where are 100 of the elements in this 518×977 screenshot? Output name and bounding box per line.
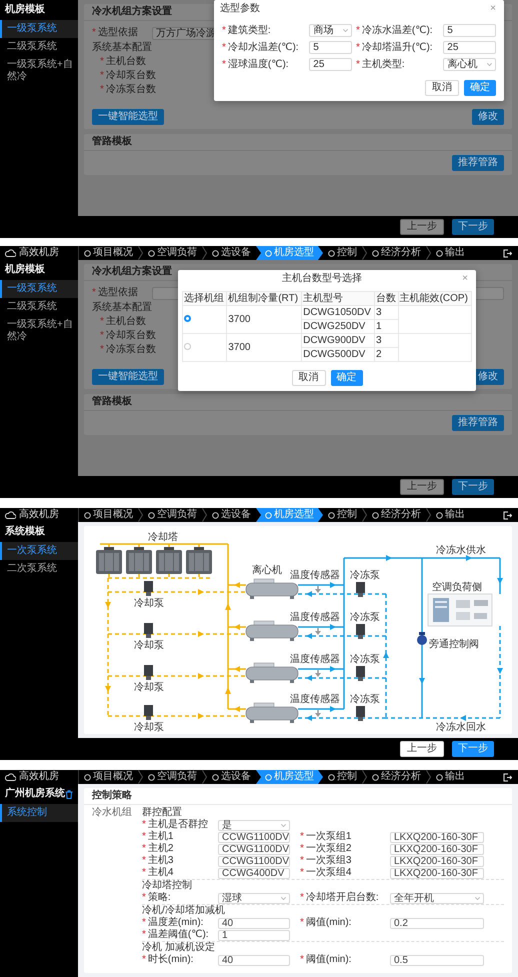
field-label: 冷冻泵台数 [106,84,156,96]
select-field[interactable]: LKXQ200-160-30F [390,868,484,878]
next-button[interactable]: 下一步 [452,479,494,495]
select-field[interactable]: LKXQ200-160-30F [390,844,484,854]
input-field[interactable]: 5 [443,24,496,37]
exit-icon[interactable] [503,248,512,258]
select-field[interactable]: CCWG1100DV [218,832,290,842]
field-label: 主机台数 [106,316,146,328]
input-field[interactable]: 40 [218,918,290,928]
circle-icon [148,512,155,518]
recommend-button[interactable]: 推荐管路 [452,415,504,431]
input-field[interactable]: 0.5 [390,954,484,966]
step-tab[interactable]: 空调负荷 [143,246,202,260]
input-field[interactable]: 25 [443,41,496,54]
step-tab[interactable]: 空调负荷 [143,508,202,522]
required-mark: * [142,831,146,843]
sensor-icon [315,628,321,635]
sidebar-item[interactable]: 一级泵系统+自然冷 [0,56,78,86]
field-label: 湿球温度(℃): [228,58,289,70]
next-button[interactable]: 下一步 [452,219,494,235]
field-label: 温差阈值(℃): [148,929,209,941]
select-field[interactable]: 商场 [309,24,352,37]
select-field[interactable]: CCWG400DV [218,868,290,878]
step-tab[interactable]: 空调负荷 [143,770,202,784]
section-heading: 冷却塔控制 [142,880,192,892]
input-field[interactable]: 25 [309,58,352,71]
step-tab[interactable]: 选设备 [207,770,256,784]
dialog-title: 选型参数 [220,3,260,15]
sidebar-item[interactable]: 系统控制 [0,804,78,822]
sidebar-item[interactable]: 一级泵系统 [0,280,78,298]
required-mark: * [300,892,304,904]
step-tab[interactable]: 经济分析 [367,508,426,522]
select-field[interactable]: LKXQ200-160-30F [390,856,484,866]
trash-icon[interactable] [65,790,73,798]
cancel-button[interactable]: 取消 [292,370,326,386]
cloud-icon [5,773,16,781]
chilled-pump-label: 冷冻泵 [350,654,380,665]
select-field[interactable]: CCWG1100DV [218,844,290,854]
circle-icon [148,774,155,780]
input-field[interactable]: 5 [309,41,352,54]
valve-icon [417,632,427,645]
circle-icon [265,250,272,256]
required-mark: * [100,70,104,82]
input-field[interactable]: 1 [218,930,290,940]
sidebar-item[interactable]: 一次泵系统 [0,542,78,560]
column-header: 选择机组 [182,292,227,306]
select-field[interactable]: 湿球 [218,892,290,904]
smart-select-button[interactable]: 一键智能选型 [92,109,164,125]
select-field[interactable]: 是 [218,820,290,830]
exit-icon[interactable] [503,510,512,520]
field-label: 时长(min): [148,954,194,966]
step-tab[interactable]: 输出 [431,508,470,522]
select-field[interactable]: CCWG1100DV [218,856,290,866]
step-tab[interactable]: 输出 [431,770,470,784]
sidebar-item[interactable]: 二次泵系统 [0,560,78,578]
sidebar-title: 广州机房系统 [5,788,65,800]
chevron-icon [426,770,431,784]
step-tab[interactable]: 控制 [323,508,362,522]
step-tab[interactable]: 选设备 [207,508,256,522]
step-tab[interactable]: 经济分析 [367,770,426,784]
card-title: 冷水机组方案设置 [92,266,172,277]
exit-icon[interactable] [503,772,512,782]
step-tab[interactable]: 项目概况 [79,508,138,522]
pump-icon [144,581,153,596]
step-tab[interactable]: 输出 [431,246,470,260]
recommend-button[interactable]: 推荐管路 [452,155,504,171]
column-header: 主机能效(COP) [398,292,472,306]
cancel-button[interactable]: 取消 [425,80,459,96]
step-tab[interactable]: 控制 [323,246,362,260]
step-tab[interactable]: 项目概况 [79,246,138,260]
step-tab[interactable]: 经济分析 [367,246,426,260]
radio-button[interactable] [184,315,191,322]
step-tab[interactable]: 选设备 [207,246,256,260]
smart-select-button[interactable]: 一键智能选型 [92,369,164,385]
input-field[interactable]: 0.2 [390,918,484,928]
previous-button[interactable]: 上一步 [400,741,444,757]
sidebar-item[interactable]: 一级泵系统 [0,20,78,38]
previous-button[interactable]: 上一步 [400,479,444,495]
input-field[interactable]: 40 [218,954,290,966]
sensor-label: 温度传感器 [290,654,340,665]
pump-icon [144,623,153,638]
field-label: 主机台数 [106,56,146,68]
section-heading: 冷机/冷却塔加减机 [142,905,225,916]
step-tab[interactable]: 项目概况 [79,770,138,784]
sidebar-item[interactable]: 二级泵系统 [0,38,78,56]
edit-button[interactable]: 修改 [472,109,504,125]
previous-button[interactable]: 上一步 [400,219,444,235]
sidebar-item[interactable]: 一级泵系统+自然冷 [0,316,78,346]
cooling-pump-label: 冷却泵 [134,640,164,651]
select-field[interactable]: 离心机 [443,58,496,71]
field-label: 主机2 [148,843,174,854]
sidebar-item[interactable]: 二级泵系统 [0,298,78,316]
select-field[interactable]: LKXQ200-160-30F [390,832,484,842]
table-cell: DCWG500DV [302,348,374,362]
caret-icon [281,896,286,900]
select-field[interactable]: 全年开机 [390,892,484,904]
radio-button[interactable] [184,343,191,350]
cooling-tower-label: 冷却塔 [148,532,178,543]
table-cell: 3 [374,306,398,320]
step-tab[interactable]: 控制 [323,770,362,784]
